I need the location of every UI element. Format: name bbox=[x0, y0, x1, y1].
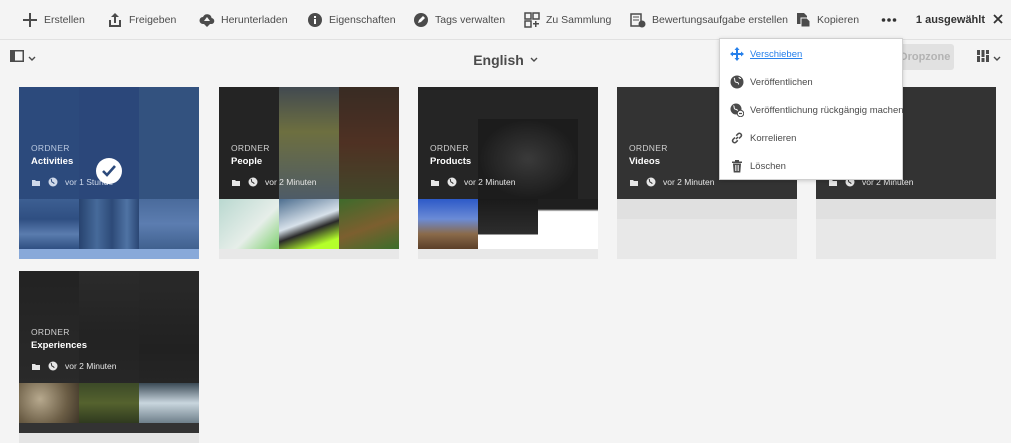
card-name: Videos bbox=[629, 156, 660, 167]
card-name: Activities bbox=[31, 156, 74, 167]
card-footer-bar bbox=[418, 249, 598, 259]
collection-add-icon bbox=[524, 12, 540, 28]
view-switcher-button[interactable] bbox=[977, 49, 1007, 67]
globe-icon bbox=[248, 177, 258, 187]
card-kind: ORDNER bbox=[31, 143, 70, 153]
card-modified-time: vor 2 Minuten bbox=[265, 177, 317, 187]
card-modified-time: vor 2 Minuten bbox=[464, 177, 516, 187]
globe-icon bbox=[48, 361, 58, 371]
download-label: Herunterladen bbox=[221, 14, 288, 26]
review-task-label: Bewertungsaufgabe erstellen bbox=[652, 14, 789, 26]
globe-icon bbox=[48, 177, 58, 187]
chevron-down-icon bbox=[530, 50, 538, 66]
card-footer-bar bbox=[19, 249, 199, 259]
globe-unpublish-icon bbox=[730, 103, 744, 117]
copy-label: Kopieren bbox=[817, 14, 860, 26]
menu-item-label: Veröffentlichung rückgängig machen bbox=[750, 104, 904, 116]
review-task-button[interactable]: Bewertungsaufgabe erstellen bbox=[630, 0, 788, 40]
card-modified-time: vor 2 Minuten bbox=[663, 177, 715, 187]
menu-item-label: Korrelieren bbox=[750, 132, 797, 144]
card-meta: vor 2 Minuten bbox=[430, 176, 516, 188]
card-kind: ORDNER bbox=[629, 143, 668, 153]
menu-item-unpublish[interactable]: Veröffentlichung rückgängig machen bbox=[720, 96, 904, 124]
move-icon bbox=[730, 47, 744, 61]
folder-share-icon bbox=[630, 180, 638, 186]
info-icon bbox=[307, 12, 323, 28]
create-button[interactable]: Erstellen bbox=[22, 0, 85, 40]
card-view-icon bbox=[977, 49, 989, 67]
card-kind: ORDNER bbox=[31, 327, 70, 337]
share-label: Freigeben bbox=[129, 14, 177, 26]
card-kind: ORDNER bbox=[430, 143, 469, 153]
folder-card-products[interactable]: ORDNER Products vor 2 Minuten bbox=[418, 87, 598, 259]
download-button[interactable]: Herunterladen bbox=[199, 0, 288, 40]
menu-item-label: Verschieben bbox=[750, 48, 803, 60]
menu-item-publish[interactable]: Veröffentlichen bbox=[720, 68, 904, 96]
plus-icon bbox=[22, 12, 38, 28]
to-collection-button[interactable]: Zu Sammlung bbox=[524, 0, 611, 40]
more-icon bbox=[881, 12, 897, 28]
manage-tags-button[interactable]: Tags verwalten bbox=[413, 0, 505, 40]
card-name: Experiences bbox=[31, 340, 87, 351]
manage-tags-label: Tags verwalten bbox=[435, 14, 506, 26]
menu-item-relate[interactable]: Korrelieren bbox=[720, 124, 904, 152]
card-meta: vor 2 Minuten bbox=[31, 360, 117, 372]
properties-button[interactable]: Eigenschaften bbox=[307, 0, 396, 40]
folder-card-activities[interactable]: ORDNER Activities vor 1 Stunde bbox=[19, 87, 199, 259]
copy-icon bbox=[795, 12, 811, 28]
close-selection-icon[interactable] bbox=[991, 12, 1005, 26]
card-modified-time: vor 2 Minuten bbox=[65, 361, 117, 371]
cloud-download-icon bbox=[199, 12, 215, 28]
menu-item-delete[interactable]: Löschen bbox=[720, 152, 904, 180]
card-name: Products bbox=[430, 156, 472, 167]
folder-card-people[interactable]: ORDNER People vor 2 Minuten bbox=[219, 87, 399, 259]
menu-item-move[interactable]: Verschieben bbox=[720, 40, 904, 68]
link-icon bbox=[730, 131, 744, 145]
folder-card-experiences[interactable]: ORDNER Experiences vor 2 Minuten bbox=[19, 271, 199, 443]
tag-edit-icon bbox=[413, 12, 429, 28]
page-title-text: English bbox=[473, 52, 524, 68]
folder-share-icon bbox=[232, 180, 240, 186]
card-meta: vor 2 Minuten bbox=[231, 176, 317, 188]
folder-share-icon bbox=[32, 180, 40, 186]
card-meta: vor 2 Minuten bbox=[629, 176, 715, 188]
folder-share-icon bbox=[32, 364, 40, 370]
globe-icon bbox=[730, 75, 744, 89]
globe-icon bbox=[447, 177, 457, 187]
menu-item-label: Veröffentlichen bbox=[750, 76, 813, 88]
chevron-down-icon bbox=[993, 49, 1001, 67]
more-actions-menu: Verschieben Veröffentlichen Veröffentlic… bbox=[719, 38, 904, 180]
globe-icon bbox=[646, 177, 656, 187]
review-task-icon bbox=[630, 12, 646, 28]
properties-label: Eigenschaften bbox=[329, 14, 396, 26]
card-name: People bbox=[231, 156, 263, 167]
share-icon bbox=[107, 12, 123, 28]
create-label: Erstellen bbox=[44, 14, 85, 26]
dropzone-button[interactable]: Dropzone bbox=[896, 44, 954, 70]
share-button[interactable]: Freigeben bbox=[107, 0, 176, 40]
card-footer-bar bbox=[219, 249, 399, 259]
selection-count: 1 ausgewählt bbox=[915, 14, 985, 26]
card-kind: ORDNER bbox=[231, 143, 270, 153]
action-bar: Erstellen Freigeben Herunterladen Eigens… bbox=[0, 0, 1011, 40]
copy-button[interactable]: Kopieren bbox=[795, 0, 859, 40]
to-collection-label: Zu Sammlung bbox=[546, 14, 612, 26]
folder-share-icon bbox=[431, 180, 439, 186]
more-actions-button[interactable] bbox=[881, 0, 903, 40]
menu-item-label: Löschen bbox=[750, 160, 786, 172]
selected-checkmark-icon[interactable] bbox=[96, 158, 122, 184]
trash-icon bbox=[730, 159, 744, 173]
